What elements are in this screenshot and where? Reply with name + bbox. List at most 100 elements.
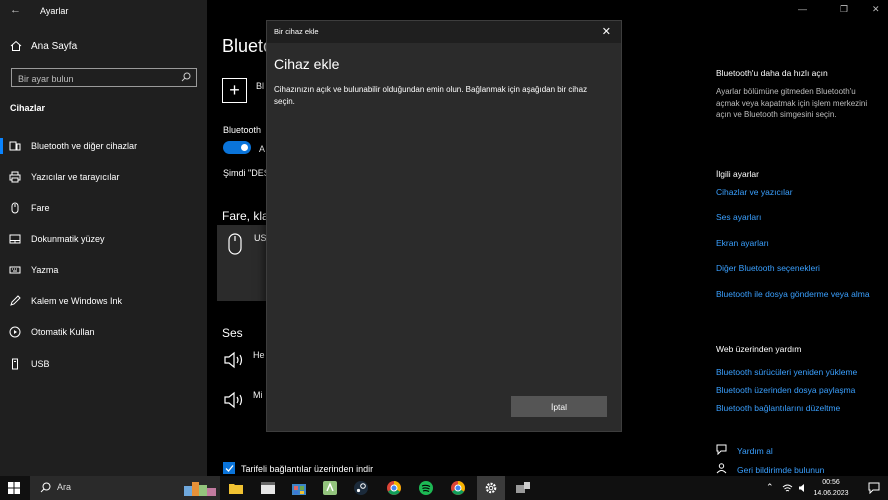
sidebar-item-pen[interactable]: Kalem ve Windows Ink [0, 291, 207, 311]
sidebar-item-autoplay[interactable]: Otomatik Kullan [0, 322, 207, 342]
add-device-dialog: Bir cihaz ekle ✕ Cihaz ekle Cihazınızın … [266, 20, 622, 432]
window-title: Ayarlar [40, 6, 69, 16]
bluetooth-device-icon[interactable] [515, 480, 531, 496]
link-send-receive-files[interactable]: Bluetooth ile dosya gönderme veya alma [716, 288, 881, 300]
network-icon[interactable] [782, 483, 793, 493]
taskbar: Ara ⌃ 00:56 14.06.2023 [0, 476, 888, 500]
sidebar-item-label: Dokunmatik yüzey [31, 234, 105, 244]
sidebar-item-printers[interactable]: Yazıcılar ve tarayıcılar [0, 167, 207, 187]
audio-device-1: He [253, 350, 265, 360]
faster-text: Ayarlar bölümüne gitmeden Bluetooth'u aç… [716, 87, 868, 120]
search-icon [40, 482, 51, 493]
bluetooth-icon [9, 140, 21, 152]
sidebar-item-label: USB [31, 359, 50, 369]
autoplay-icon [9, 326, 21, 338]
link-reinstall-drivers[interactable]: Bluetooth sürücüleri yeniden yükleme [716, 366, 881, 378]
help-icon [716, 444, 727, 455]
mouse-icon [228, 233, 242, 255]
search-icon[interactable] [181, 72, 191, 82]
steam-icon[interactable] [353, 480, 369, 496]
sidebar-item-label: Yazıcılar ve tarayıcılar [31, 172, 120, 182]
feedback-link[interactable]: Geri bildirimde bulunun [737, 464, 877, 476]
sidebar-item-bluetooth[interactable]: Bluetooth ve diğer cihazlar [0, 136, 207, 156]
link-fix-connections[interactable]: Bluetooth bağlantılarını düzeltme [716, 402, 881, 414]
home-icon [10, 40, 22, 51]
close-icon[interactable]: ✕ [602, 25, 611, 38]
audio-device-2: Mi [253, 390, 263, 400]
link-more-bluetooth[interactable]: Diğer Bluetooth seçenekleri [716, 262, 881, 274]
mouse-icon [9, 202, 21, 214]
faster-title: Bluetooth'u daha da hızlı açın [716, 68, 828, 78]
speaker-icon [224, 351, 243, 369]
link-sound-settings[interactable]: Ses ayarları [716, 211, 881, 223]
notification-icon[interactable] [868, 482, 880, 494]
chrome-profile-icon[interactable] [450, 480, 466, 496]
store-icon[interactable] [291, 480, 307, 496]
windows-start-icon[interactable] [8, 482, 20, 494]
related-pane: — ❐ ✕ Bluetooth'u daha da hızlı açın Aya… [700, 0, 888, 476]
metered-checkbox[interactable] [223, 462, 235, 474]
web-help-title: Web üzerinden yardım [716, 344, 802, 354]
get-help-link[interactable]: Yardım al [737, 445, 877, 457]
settings-search-input[interactable] [12, 70, 172, 88]
sidebar-item-label: Otomatik Kullan [31, 327, 95, 337]
discoverable-text: Şimdi "DES [223, 168, 270, 178]
related-title: İlgili ayarlar [716, 169, 759, 179]
sidebar-item-label: Bluetooth ve diğer cihazlar [31, 141, 138, 151]
settings-search-box[interactable] [11, 68, 197, 88]
dialog-description: Cihazınızın açık ve bulunabilir olduğund… [274, 85, 588, 106]
settings-nav: ← Ayarlar Ana Sayfa Cihazlar Bluetooth v… [0, 0, 207, 476]
video-editor-icon[interactable] [260, 480, 276, 496]
checkmark-icon [225, 464, 234, 472]
settings-gear-icon[interactable] [483, 480, 499, 496]
bluetooth-toggle-state: A [259, 144, 266, 154]
sidebar-item-label: Yazma [31, 265, 59, 275]
sidebar-item-label: Fare [31, 203, 50, 213]
home-label: Ana Sayfa [31, 40, 78, 52]
sidebar-item-usb[interactable]: USB [0, 354, 207, 374]
chevron-up-icon[interactable]: ⌃ [766, 482, 774, 493]
link-display-settings[interactable]: Ekran ayarları [716, 237, 881, 249]
sidebar-item-mouse[interactable]: Fare [0, 198, 207, 218]
taskbar-search-placeholder: Ara [57, 482, 72, 492]
sidebar-item-typing[interactable]: Yazma [0, 260, 207, 280]
pen-icon [9, 295, 21, 307]
speaker-icon [224, 391, 243, 409]
nav-section-title: Cihazlar [10, 103, 46, 113]
screen: ← Ayarlar Ana Sayfa Cihazlar Bluetooth v… [0, 0, 888, 500]
taskbar-clock[interactable]: 00:56 14.06.2023 [806, 478, 856, 499]
spotify-icon[interactable] [418, 480, 434, 496]
metered-label: Tarifeli bağlantılar üzerinden indir [241, 464, 374, 474]
close-icon[interactable]: ✕ [872, 4, 880, 15]
link-share-files[interactable]: Bluetooth üzerinden dosya paylaşma [716, 384, 881, 396]
file-explorer-icon[interactable] [228, 480, 244, 496]
mouse-section-title: Fare, kla [222, 209, 269, 223]
sound-section-title: Ses [222, 326, 243, 340]
touchpad-icon [9, 233, 21, 245]
feedback-icon [716, 463, 727, 474]
cancel-button[interactable]: İptal [511, 396, 607, 417]
add-device-button[interactable]: + [222, 78, 247, 103]
sidebar-item-label: Kalem ve Windows Ink [31, 296, 123, 306]
taskbar-search[interactable]: Ara [30, 476, 220, 500]
notes-app-icon[interactable] [322, 480, 338, 496]
minimize-icon[interactable]: — [798, 4, 807, 14]
link-devices-printers[interactable]: Cihazlar ve yazıcılar [716, 186, 881, 198]
dialog-window-title: Bir cihaz ekle [274, 27, 319, 36]
chrome-icon[interactable] [386, 480, 402, 496]
clock-date: 14.06.2023 [813, 489, 849, 497]
search-highlight-icon [184, 482, 216, 496]
sidebar-item-touchpad[interactable]: Dokunmatik yüzey [0, 229, 207, 249]
maximize-icon[interactable]: ❐ [840, 4, 848, 15]
usb-icon [9, 358, 21, 370]
keyboard-icon [9, 264, 21, 276]
plus-icon: + [229, 80, 240, 100]
back-arrow-icon[interactable]: ← [10, 4, 21, 16]
printer-icon [9, 171, 21, 183]
bluetooth-label: Bluetooth [223, 125, 262, 135]
dialog-titlebar: Bir cihaz ekle ✕ [267, 21, 621, 43]
add-device-label: Bl [256, 81, 265, 91]
clock-time: 00:56 [822, 479, 840, 486]
home-link[interactable]: Ana Sayfa [10, 40, 77, 52]
bluetooth-toggle[interactable] [223, 141, 251, 154]
